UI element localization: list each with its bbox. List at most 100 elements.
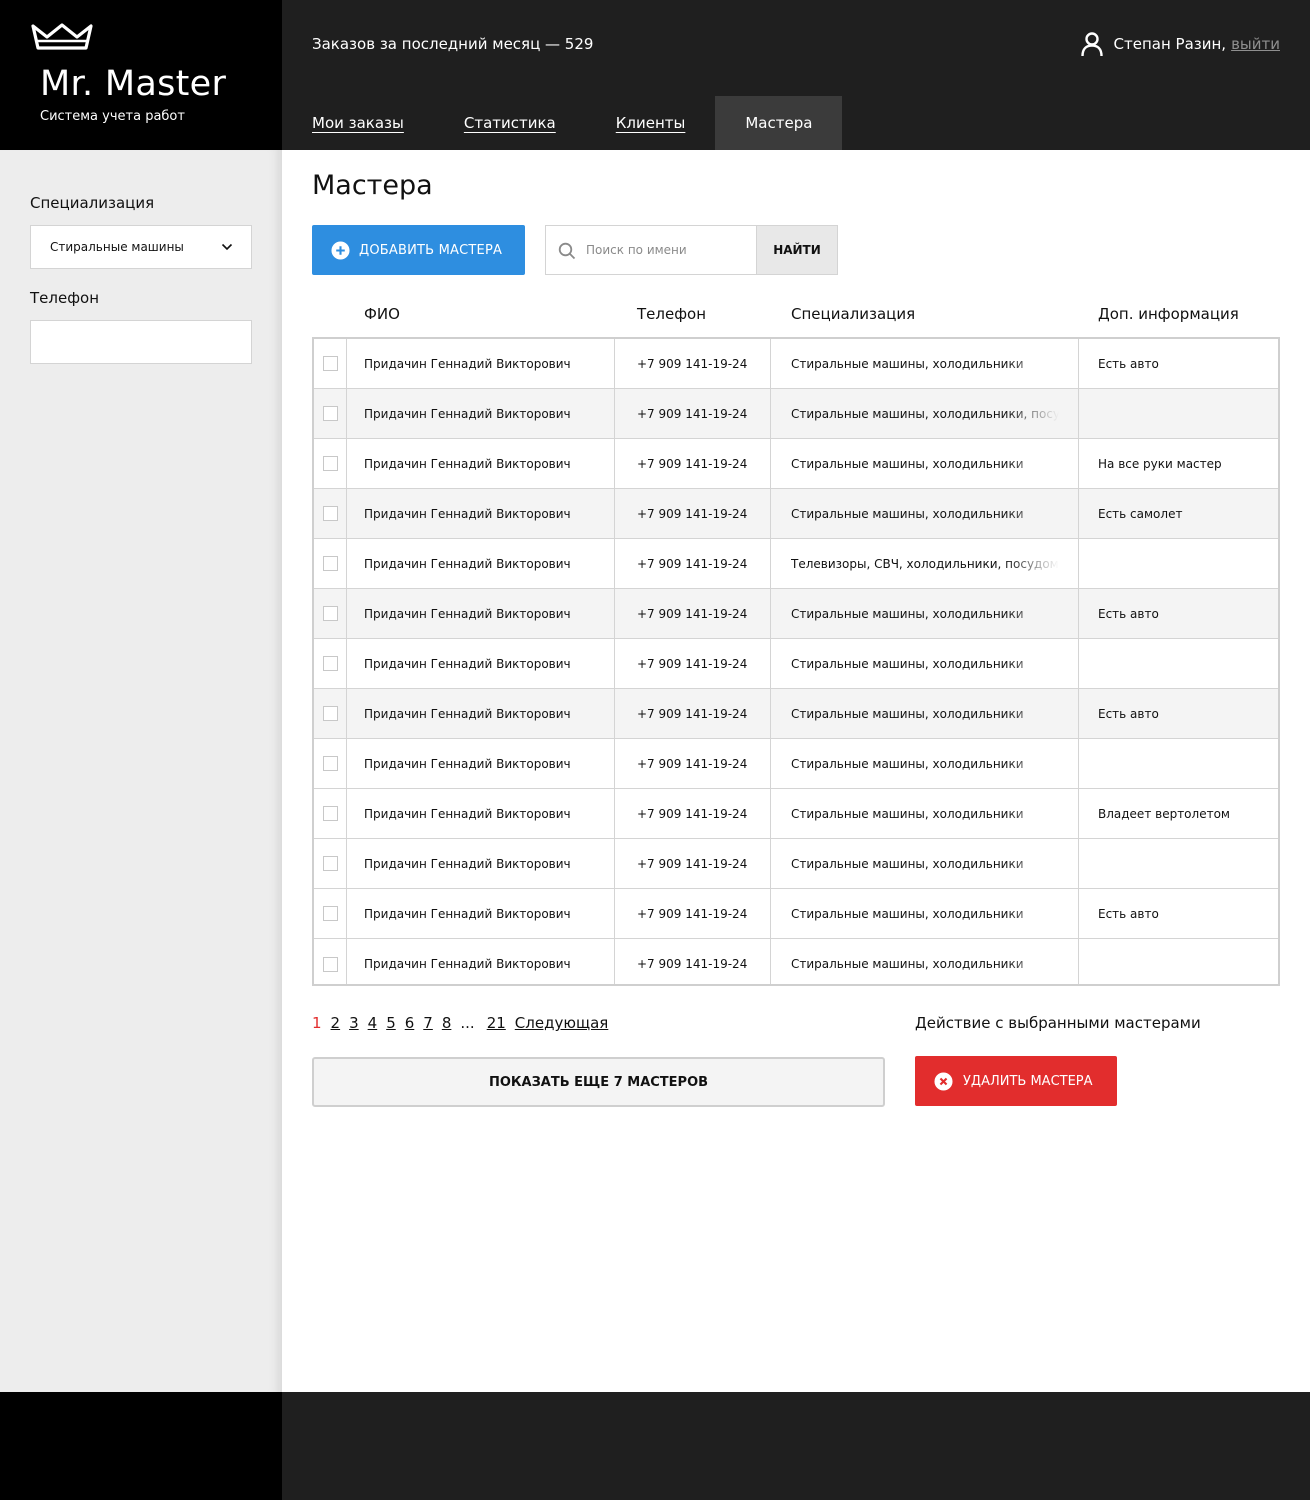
column-header-specialization: Специализация	[791, 305, 916, 323]
cell-specialization: Стиральные машины, холодильники, посудом…	[771, 389, 1079, 438]
tab-statistics[interactable]: Статистика	[434, 96, 586, 150]
row-checkbox[interactable]	[322, 856, 338, 871]
cell-name: Придачин Геннадий Викторович	[347, 789, 615, 838]
cell-specialization: Стиральные машины, холодильники	[771, 839, 1079, 888]
cell-specialization-text: Стиральные машины, холодильники, посудом…	[791, 406, 1059, 421]
cell-specialization: Стиральные машины, холодильники	[771, 739, 1079, 788]
cell-specialization: Стиральные машины, холодильники	[771, 789, 1079, 838]
row-checkbox-cell	[314, 839, 347, 888]
row-checkbox[interactable]	[322, 906, 338, 921]
user-icon	[1080, 32, 1103, 57]
row-checkbox[interactable]	[322, 406, 338, 421]
row-checkbox[interactable]	[322, 556, 338, 571]
row-checkbox[interactable]	[322, 806, 338, 821]
cell-name: Придачин Геннадий Викторович	[347, 339, 615, 388]
cell-phone: +7 909 141-19-24	[615, 589, 771, 638]
table-row: Придачин Геннадий Викторович +7 909 141-…	[314, 889, 1278, 939]
page-link-8[interactable]: 8	[442, 1014, 452, 1032]
page-link-5[interactable]: 5	[386, 1014, 396, 1032]
cell-name: Придачин Геннадий Викторович	[347, 689, 615, 738]
row-checkbox-cell	[314, 339, 347, 388]
page-link-last[interactable]: 21	[487, 1014, 506, 1032]
masters-table: Придачин Геннадий Викторович +7 909 141-…	[312, 337, 1280, 986]
row-checkbox-cell	[314, 489, 347, 538]
table-row: Придачин Геннадий Викторович +7 909 141-…	[314, 939, 1278, 984]
cell-specialization-text: Стиральные машины, холодильники	[791, 756, 1024, 771]
show-more-button[interactable]: ПОКАЗАТЬ ЕЩЕ 7 МАСТЕРОВ	[312, 1057, 885, 1107]
brand-subtitle: Система учета работ	[40, 109, 185, 124]
brand-title: Mr. Master	[40, 64, 227, 104]
row-checkbox[interactable]	[322, 956, 338, 972]
specialization-value: Стиральные машины	[50, 240, 184, 254]
footer-right	[282, 1392, 1310, 1500]
row-checkbox[interactable]	[322, 506, 338, 521]
page-title: Мастера	[312, 170, 433, 201]
cell-phone: +7 909 141-19-24	[615, 689, 771, 738]
cell-info	[1079, 389, 1278, 438]
cell-phone: +7 909 141-19-24	[615, 939, 771, 984]
phone-input[interactable]	[30, 320, 252, 364]
page-link-7[interactable]: 7	[423, 1014, 433, 1032]
row-checkbox-cell	[314, 589, 347, 638]
cell-specialization: Стиральные машины, холодильники	[771, 889, 1079, 938]
row-checkbox[interactable]	[322, 606, 338, 621]
cell-info: Есть авто	[1098, 906, 1159, 921]
next-page-link[interactable]: Следующая	[515, 1014, 609, 1032]
cell-name: Придачин Геннадий Викторович	[347, 739, 615, 788]
page-link-4[interactable]: 4	[368, 1014, 378, 1032]
tab-clients[interactable]: Клиенты	[586, 96, 716, 150]
row-checkbox-cell	[314, 389, 347, 438]
user-block: Степан Разин, выйти	[1080, 31, 1280, 57]
row-checkbox[interactable]	[322, 456, 338, 471]
tab-masters[interactable]: Мастера	[715, 96, 843, 150]
table-row: Придачин Геннадий Викторович +7 909 141-…	[314, 639, 1278, 689]
cell-phone: +7 909 141-19-24	[615, 639, 771, 688]
cell-specialization-text: Стиральные машины, холодильники	[791, 456, 1024, 471]
logo-block[interactable]: Mr. Master Система учета работ	[0, 0, 282, 150]
table-row: Придачин Геннадий Викторович +7 909 141-…	[314, 739, 1278, 789]
add-master-button[interactable]: ДОБАВИТЬ МАСТЕРА	[312, 225, 525, 275]
page-ellipsis: ...	[460, 1014, 475, 1032]
cell-specialization: Стиральные машины, холодильники	[771, 639, 1079, 688]
cell-info: На все руки мастер	[1098, 456, 1222, 471]
logout-link[interactable]: выйти	[1231, 35, 1280, 53]
close-circle-icon	[934, 1071, 953, 1091]
search-input[interactable]	[546, 226, 756, 274]
cell-phone: +7 909 141-19-24	[615, 889, 771, 938]
tab-my-orders[interactable]: Мои заказы	[282, 96, 434, 150]
row-checkbox[interactable]	[322, 656, 338, 671]
cell-specialization-text: Стиральные машины, холодильники	[791, 856, 1024, 871]
cell-specialization-text: Телевизоры, СВЧ, холодильники, посудомое…	[791, 556, 1059, 571]
specialization-select[interactable]: Стиральные машины	[30, 225, 252, 269]
cell-name: Придачин Геннадий Викторович	[347, 389, 615, 438]
cell-info	[1079, 939, 1278, 984]
delete-masters-button[interactable]: УДАЛИТЬ МАСТЕРА	[915, 1056, 1117, 1106]
find-button[interactable]: НАЙТИ	[756, 226, 837, 274]
cell-specialization: Стиральные машины, холодильники	[771, 689, 1079, 738]
page-link-1[interactable]: 1	[312, 1014, 322, 1032]
row-checkbox[interactable]	[322, 356, 338, 371]
row-checkbox[interactable]	[322, 756, 338, 771]
cell-name: Придачин Геннадий Викторович	[347, 639, 615, 688]
filter-sidebar: Специализация Стиральные машины Телефон	[0, 150, 282, 1392]
page-link-3[interactable]: 3	[349, 1014, 359, 1032]
cell-specialization: Стиральные машины, холодильники	[771, 939, 1079, 984]
cell-phone: +7 909 141-19-24	[615, 739, 771, 788]
cell-info: Есть авто	[1098, 706, 1159, 721]
delete-masters-label: УДАЛИТЬ МАСТЕРА	[963, 1073, 1093, 1089]
chevron-down-icon	[221, 243, 233, 251]
page-link-2[interactable]: 2	[331, 1014, 341, 1032]
row-checkbox[interactable]	[322, 706, 338, 721]
column-header-phone: Телефон	[637, 305, 707, 323]
cell-name: Придачин Геннадий Викторович	[347, 489, 615, 538]
cell-specialization-text: Стиральные машины, холодильники	[791, 906, 1024, 921]
column-header-info: Доп. информация	[1098, 305, 1239, 323]
cell-specialization-text: Стиральные машины, холодильники	[791, 706, 1024, 721]
cell-specialization: Стиральные машины, холодильники	[771, 489, 1079, 538]
page-link-6[interactable]: 6	[405, 1014, 415, 1032]
cell-phone: +7 909 141-19-24	[615, 539, 771, 588]
cell-info	[1079, 839, 1278, 888]
table-row: Придачин Геннадий Викторович +7 909 141-…	[314, 689, 1278, 739]
cell-specialization: Стиральные машины, холодильники	[771, 589, 1079, 638]
cell-info: Владеет вертолетом	[1098, 806, 1230, 821]
